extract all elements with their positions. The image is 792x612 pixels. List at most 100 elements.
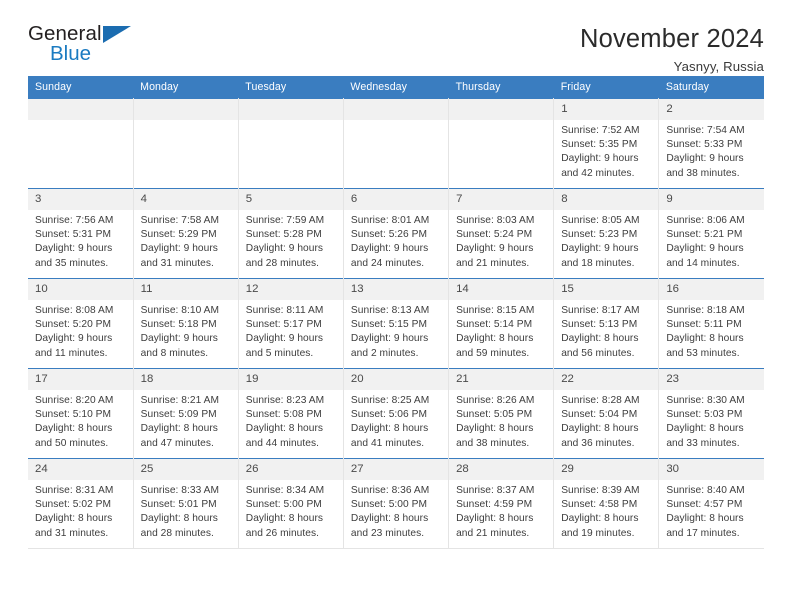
day-number (133, 99, 238, 120)
calendar-day-cell[interactable]: 27 Sunrise: 8:36 AM Sunset: 5:00 PM Dayligh… (343, 458, 450, 549)
sunset-text: Sunset: 5:00 PM (350, 499, 427, 511)
calendar-day-cell[interactable]: 15 Sunrise: 8:17 AM Sunset: 5:13 PM Dayligh… (553, 278, 660, 369)
sunrise-text: Sunrise: 8:21 AM (140, 395, 220, 406)
day-number: 8 (554, 189, 659, 210)
calendar-day-cell[interactable]: 8 Sunrise: 8:05 AM Sunset: 5:23 PM Daylight… (553, 188, 660, 279)
calendar-day-cell[interactable]: 18 Sunrise: 8:21 AM Sunset: 5:09 PM Dayligh… (133, 368, 239, 459)
calendar-day-cell[interactable]: 20 Sunrise: 8:25 AM Sunset: 5:06 PM Dayligh… (343, 368, 450, 459)
day-number: 14 (449, 279, 554, 300)
day-number: 2 (659, 99, 764, 120)
daylight-text: Daylight: 9 hours and 31 minutes. (140, 243, 218, 269)
day-cell-inner: 13 Sunrise: 8:13 AM Sunset: 5:15 PM Dayligh… (343, 279, 449, 368)
day-cell-inner: 23 Sunrise: 8:30 AM Sunset: 5:03 PM Dayligh… (659, 369, 764, 458)
daylight-text: Daylight: 8 hours and 50 minutes. (35, 423, 113, 449)
calendar-week-row: 24 Sunrise: 8:31 AM Sunset: 5:02 PM Dayligh… (28, 458, 764, 549)
calendar-day-cell[interactable]: 10 Sunrise: 8:08 AM Sunset: 5:20 PM Dayligh… (28, 278, 134, 369)
day-number (238, 99, 343, 120)
sunrise-text: Sunrise: 7:56 AM (35, 215, 114, 226)
weekday-header-monday: Monday (133, 76, 239, 99)
sunrise-text: Sunrise: 8:10 AM (140, 305, 220, 316)
calendar-day-cell[interactable]: 14 Sunrise: 8:15 AM Sunset: 5:14 PM Dayligh… (448, 278, 555, 369)
title-block: November 2024 Yasnyy, Russia (580, 24, 764, 74)
sunset-text: Sunset: 5:02 PM (35, 499, 112, 511)
calendar-day-cell[interactable]: 12 Sunrise: 8:11 AM Sunset: 5:17 PM Dayligh… (238, 278, 344, 369)
calendar-day-cell[interactable]: 30 Sunrise: 8:40 AM Sunset: 4:57 PM Dayligh… (658, 458, 764, 549)
day-cell-inner (28, 99, 133, 188)
day-details: Sunrise: 8:31 AM Sunset: 5:02 PM Daylight:… (28, 480, 133, 541)
sunrise-text: Sunrise: 8:34 AM (245, 485, 325, 496)
calendar-day-cell[interactable]: 9 Sunrise: 8:06 AM Sunset: 5:21 PM Daylight… (658, 188, 764, 279)
daylight-text: Daylight: 9 hours and 5 minutes. (245, 333, 324, 359)
day-cell-inner: 11 Sunrise: 8:10 AM Sunset: 5:18 PM Dayligh… (133, 279, 238, 368)
calendar-week-row: 10 Sunrise: 8:08 AM Sunset: 5:20 PM Dayligh… (28, 278, 764, 369)
day-details: Sunrise: 8:26 AM Sunset: 5:05 PM Daylight:… (449, 390, 553, 451)
day-details: Sunrise: 8:21 AM Sunset: 5:09 PM Daylight:… (134, 390, 238, 451)
sunset-text: Sunset: 5:04 PM (561, 409, 638, 421)
sunrise-text: Sunrise: 8:25 AM (350, 395, 430, 406)
calendar-day-cell[interactable]: 24 Sunrise: 8:31 AM Sunset: 5:02 PM Dayligh… (28, 458, 134, 549)
calendar-day-cell[interactable]: 3 Sunrise: 7:56 AM Sunset: 5:31 PM Daylight… (28, 188, 134, 279)
day-cell-inner: 14 Sunrise: 8:15 AM Sunset: 5:14 PM Dayligh… (449, 279, 554, 368)
daylight-text: Daylight: 9 hours and 38 minutes. (666, 153, 744, 179)
sunrise-text: Sunrise: 8:33 AM (140, 485, 220, 496)
weekday-header-wednesday: Wednesday (343, 76, 449, 99)
calendar-day-cell[interactable]: 19 Sunrise: 8:23 AM Sunset: 5:08 PM Dayligh… (238, 368, 344, 459)
calendar-day-cell[interactable]: 13 Sunrise: 8:13 AM Sunset: 5:15 PM Dayligh… (343, 278, 450, 369)
sunset-text: Sunset: 5:00 PM (245, 499, 322, 511)
daylight-text: Daylight: 9 hours and 11 minutes. (35, 333, 113, 359)
calendar-page: General Blue November 2024 Yasnyy, Russi… (0, 0, 792, 612)
sunset-text: Sunset: 4:59 PM (456, 499, 533, 511)
day-details: Sunrise: 8:10 AM Sunset: 5:18 PM Daylight:… (134, 300, 238, 361)
sunrise-text: Sunrise: 8:11 AM (245, 305, 324, 316)
weekday-header-saturday: Saturday (658, 76, 764, 99)
sunset-text: Sunset: 5:11 PM (666, 319, 742, 331)
day-details: Sunrise: 8:37 AM Sunset: 4:59 PM Daylight:… (449, 480, 553, 541)
day-details: Sunrise: 8:23 AM Sunset: 5:08 PM Daylight:… (239, 390, 343, 451)
day-cell-inner: 27 Sunrise: 8:36 AM Sunset: 5:00 PM Dayligh… (343, 459, 449, 548)
calendar-week-row: 3 Sunrise: 7:56 AM Sunset: 5:31 PM Daylight… (28, 188, 764, 279)
day-number: 6 (343, 189, 449, 210)
day-details: Sunrise: 8:33 AM Sunset: 5:01 PM Daylight:… (134, 480, 238, 541)
sunset-text: Sunset: 5:06 PM (350, 409, 427, 421)
day-number: 25 (133, 459, 238, 480)
calendar-day-cell[interactable]: 16 Sunrise: 8:18 AM Sunset: 5:11 PM Dayligh… (658, 278, 764, 369)
sunset-text: Sunset: 5:10 PM (35, 409, 112, 421)
day-cell-inner: 26 Sunrise: 8:34 AM Sunset: 5:00 PM Dayligh… (238, 459, 343, 548)
calendar-day-cell[interactable]: 5 Sunrise: 7:59 AM Sunset: 5:28 PM Daylight… (238, 188, 344, 279)
calendar-day-cell[interactable]: 29 Sunrise: 8:39 AM Sunset: 4:58 PM Dayligh… (553, 458, 660, 549)
calendar-day-cell[interactable]: 1 Sunrise: 7:52 AM Sunset: 5:35 PM Daylight… (553, 98, 660, 189)
sunrise-sunset-calendar: Sunday Monday Tuesday Wednesday Thursday… (28, 76, 764, 549)
sunrise-text: Sunrise: 7:52 AM (561, 125, 640, 136)
day-number (449, 99, 554, 120)
calendar-day-cell[interactable]: 28 Sunrise: 8:37 AM Sunset: 4:59 PM Dayligh… (448, 458, 555, 549)
calendar-day-cell[interactable]: 11 Sunrise: 8:10 AM Sunset: 5:18 PM Dayligh… (133, 278, 239, 369)
calendar-day-cell[interactable]: 23 Sunrise: 8:30 AM Sunset: 5:03 PM Dayligh… (658, 368, 764, 459)
day-cell-inner: 3 Sunrise: 7:56 AM Sunset: 5:31 PM Daylight… (28, 189, 133, 278)
sunset-text: Sunset: 5:29 PM (140, 229, 217, 241)
brand-logo[interactable]: General Blue (28, 23, 148, 64)
calendar-week-row: 17 Sunrise: 8:20 AM Sunset: 5:10 PM Dayligh… (28, 368, 764, 459)
weekday-header-friday: Friday (553, 76, 659, 99)
daylight-text: Daylight: 9 hours and 35 minutes. (35, 243, 113, 269)
day-details: Sunrise: 8:13 AM Sunset: 5:15 PM Daylight:… (344, 300, 448, 361)
calendar-day-cell[interactable]: 22 Sunrise: 8:28 AM Sunset: 5:04 PM Dayligh… (553, 368, 660, 459)
calendar-day-cell[interactable]: 26 Sunrise: 8:34 AM Sunset: 5:00 PM Dayligh… (238, 458, 344, 549)
day-number: 5 (238, 189, 343, 210)
calendar-day-cell[interactable]: 17 Sunrise: 8:20 AM Sunset: 5:10 PM Dayligh… (28, 368, 134, 459)
day-number: 13 (343, 279, 449, 300)
calendar-day-cell[interactable]: 7 Sunrise: 8:03 AM Sunset: 5:24 PM Daylight… (448, 188, 555, 279)
day-cell-inner: 21 Sunrise: 8:26 AM Sunset: 5:05 PM Dayligh… (449, 369, 554, 458)
calendar-day-cell[interactable]: 21 Sunrise: 8:26 AM Sunset: 5:05 PM Dayligh… (448, 368, 555, 459)
day-cell-inner (343, 99, 449, 188)
day-number: 20 (343, 369, 449, 390)
calendar-day-cell[interactable]: 6 Sunrise: 8:01 AM Sunset: 5:26 PM Daylight… (343, 188, 450, 279)
daylight-text: Daylight: 8 hours and 47 minutes. (140, 423, 218, 449)
daylight-text: Daylight: 8 hours and 36 minutes. (561, 423, 639, 449)
calendar-day-cell[interactable]: 25 Sunrise: 8:33 AM Sunset: 5:01 PM Dayligh… (133, 458, 239, 549)
calendar-day-cell[interactable]: 2 Sunrise: 7:54 AM Sunset: 5:33 PM Daylight… (658, 98, 764, 189)
day-cell-inner: 2 Sunrise: 7:54 AM Sunset: 5:33 PM Daylight… (659, 99, 764, 188)
day-number: 7 (449, 189, 554, 210)
calendar-day-cell[interactable]: 4 Sunrise: 7:58 AM Sunset: 5:29 PM Daylight… (133, 188, 239, 279)
day-number: 26 (238, 459, 343, 480)
sunrise-text: Sunrise: 8:05 AM (561, 215, 640, 226)
